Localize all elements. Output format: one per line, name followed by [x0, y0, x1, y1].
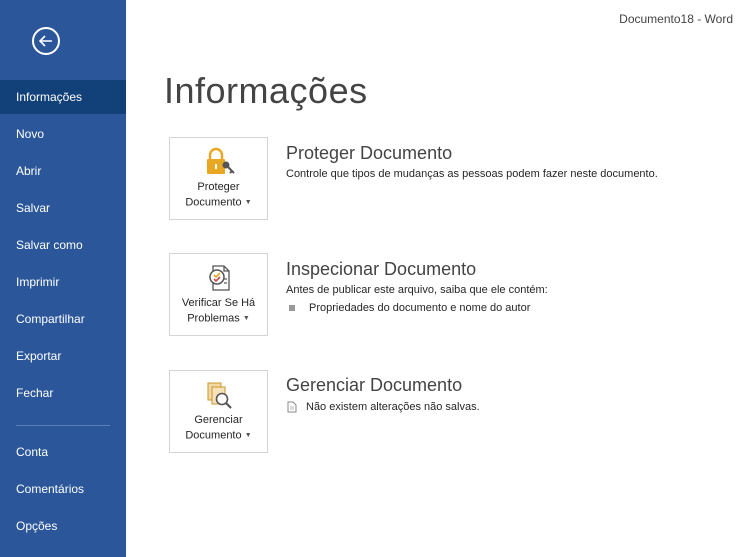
chevron-down-icon: ▼ [242, 315, 250, 322]
manage-versions-icon [204, 380, 234, 410]
list-item: Não existem alterações não salvas. [287, 401, 480, 413]
nav-label: Conta [16, 445, 49, 459]
arrow-left-icon [39, 35, 52, 47]
tile-label: Gerenciar Documento ▼ [185, 414, 252, 442]
nav-item-novo[interactable]: Novo [0, 117, 126, 151]
window-title: Documento18 - Word [619, 12, 733, 26]
nav-label: Exportar [16, 349, 62, 363]
nav-item-salvar[interactable]: Salvar [0, 191, 126, 225]
nav-label: Imprimir [16, 275, 60, 289]
nav-label: Novo [16, 127, 45, 141]
nav-label: Fechar [16, 386, 54, 400]
section-title-protect: Proteger Documento [286, 143, 453, 163]
manage-document-button[interactable]: Gerenciar Documento ▼ [169, 370, 268, 453]
lock-key-icon [202, 147, 236, 177]
section-desc-inspect: Antes de publicar este arquivo, saiba qu… [286, 284, 548, 296]
tile-label: Verificar Se Há Problemas ▼ [181, 297, 256, 325]
nav-label: Compartilhar [16, 312, 85, 326]
back-button[interactable] [32, 27, 60, 55]
nav-item-abrir[interactable]: Abrir [0, 154, 126, 188]
nav-label: Salvar como [16, 238, 83, 252]
nav-item-exportar[interactable]: Exportar [0, 339, 126, 373]
square-bullet-icon [289, 305, 295, 311]
nav-divider [16, 425, 110, 426]
protect-document-button[interactable]: Proteger Documento ▼ [169, 137, 268, 220]
nav-item-conta[interactable]: Conta [0, 435, 126, 469]
nav-item-compartilhar[interactable]: Compartilhar [0, 302, 126, 336]
tile-label: Proteger Documento ▼ [185, 181, 252, 209]
nav-item-imprimir[interactable]: Imprimir [0, 265, 126, 299]
backstage-sidebar: Informações Novo Abrir Salvar Salvar com… [0, 0, 126, 557]
nav-item-comentarios[interactable]: Comentários [0, 472, 126, 506]
nav-label: Comentários [16, 482, 85, 496]
nav-item-opcoes[interactable]: Opções [0, 509, 126, 543]
section-title-manage: Gerenciar Documento [286, 375, 463, 395]
section-desc-protect: Controle que tipos de mudanças as pessoa… [286, 168, 658, 180]
nav-label: Opções [16, 519, 58, 533]
nav-label: Informações [16, 90, 83, 104]
nav-label: Salvar [16, 201, 51, 215]
nav-item-salvar-como[interactable]: Salvar como [0, 228, 126, 262]
chevron-down-icon: ▼ [244, 199, 252, 206]
inspect-document-icon [204, 263, 234, 293]
document-icon [287, 401, 297, 413]
list-item: Propriedades do documento e nome do auto… [289, 302, 530, 314]
section-title-inspect: Inspecionar Documento [286, 259, 477, 279]
check-issues-button[interactable]: Verificar Se Há Problemas ▼ [169, 253, 268, 336]
nav-item-fechar[interactable]: Fechar [0, 376, 126, 410]
page-title: Informações [164, 70, 368, 111]
chevron-down-icon: ▼ [244, 432, 252, 439]
nav-item-informacoes[interactable]: Informações [0, 80, 126, 114]
nav-label: Abrir [16, 164, 42, 178]
